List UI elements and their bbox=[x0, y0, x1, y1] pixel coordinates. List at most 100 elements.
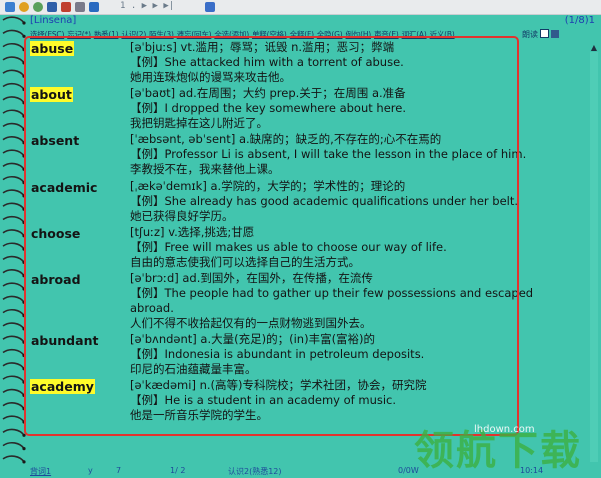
word-headword[interactable]: abuse bbox=[30, 41, 75, 56]
word-definition: [əˈbʌndənt] a.大量(充足)的；(in)丰富(富裕)的 bbox=[130, 331, 376, 346]
filter-item[interactable]: 熟悉(1) bbox=[94, 30, 119, 39]
word-example: 【例】Professor Li is absent, I will take t… bbox=[130, 147, 527, 162]
word-translation: 印尼的石油蕴藏量丰富。 bbox=[130, 361, 257, 376]
filter-item[interactable]: 认识(2) bbox=[121, 30, 146, 39]
spiral-hole bbox=[22, 274, 26, 278]
word-example: 【例】She already has good academic qualifi… bbox=[130, 193, 519, 208]
read-label: 朗读 bbox=[522, 30, 538, 39]
spiral-coil bbox=[2, 175, 25, 184]
filter-item[interactable]: 单释(空格) bbox=[252, 30, 287, 39]
word-translation: 她已获得良好学历。 bbox=[130, 208, 234, 223]
status-field-1: y bbox=[88, 466, 93, 475]
spiral-hole bbox=[22, 207, 26, 211]
spiral-hole bbox=[22, 433, 26, 437]
word-headword[interactable]: choose bbox=[30, 226, 81, 241]
spiral-hole bbox=[22, 393, 26, 397]
spiral-hole bbox=[22, 48, 26, 52]
spiral-hole bbox=[22, 74, 26, 78]
word-headword[interactable]: absent bbox=[30, 133, 80, 148]
scrollbar-track[interactable] bbox=[590, 52, 598, 462]
word-entry[interactable]: abuse [əˈbjuːs] vt.滥用；辱骂；诋毁 n.滥用；恶习；弊端 【… bbox=[30, 40, 585, 86]
word-translation: 她用连珠炮似的谩骂来攻击他。 bbox=[130, 70, 291, 84]
word-entry[interactable]: absent [ˈæbsənt, əbˈsent] a.缺席的；缺乏的,不存在的… bbox=[30, 132, 585, 178]
filter-item[interactable]: 词汇(A) bbox=[402, 30, 427, 39]
edit-icon[interactable] bbox=[61, 2, 71, 12]
word-entry[interactable]: abroad [əˈbrɔːd] ad.到国外，在国外，在传播，在流传 【例】T… bbox=[30, 271, 585, 332]
spiral-hole bbox=[22, 101, 26, 105]
refresh-icon[interactable] bbox=[19, 2, 29, 12]
spiral-coil bbox=[2, 109, 25, 117]
filter-item[interactable]: 例句(H) bbox=[346, 30, 372, 39]
word-translation: 自由的意志使我们可以选择自己的生活方式。 bbox=[130, 254, 360, 269]
spiral-coil bbox=[2, 202, 25, 210]
tools-icon[interactable] bbox=[75, 2, 85, 12]
spiral-coil bbox=[2, 441, 25, 450]
spiral-coil bbox=[2, 82, 25, 91]
word-entry[interactable]: choose [tʃuːz] v.选择,挑选;甘愿 【例】Free will m… bbox=[30, 225, 585, 271]
spiral-coil bbox=[2, 388, 25, 396]
spiral-coil bbox=[2, 162, 25, 170]
filter-item[interactable]: 选择(ESC) bbox=[30, 30, 64, 39]
page-count: (1/8)1 bbox=[564, 15, 595, 26]
nav-text[interactable]: 1 . ▶ ▶ ▶| bbox=[120, 1, 174, 11]
spiral-coil bbox=[2, 242, 25, 250]
word-translation: 李教授不在，我来替他上课。 bbox=[130, 162, 280, 177]
spiral-hole bbox=[22, 460, 26, 464]
word-definition: [tʃuːz] v.选择,挑选;甘愿 bbox=[130, 224, 255, 239]
filter-item[interactable]: 陌生(3) bbox=[149, 30, 174, 39]
export-icon[interactable] bbox=[205, 2, 215, 12]
word-example: 【例】She attacked him with a torrent of ab… bbox=[130, 55, 404, 69]
status-mode: 背词1 bbox=[30, 467, 52, 476]
read-aloud-control[interactable]: 朗读 bbox=[522, 29, 559, 40]
spiral-hole bbox=[22, 367, 26, 371]
spiral-coil bbox=[2, 189, 25, 197]
spiral-hole bbox=[22, 300, 26, 304]
spiral-hole bbox=[22, 127, 26, 131]
settings-icon[interactable] bbox=[33, 2, 43, 12]
filter-item[interactable]: 全隐(G) bbox=[317, 30, 343, 39]
word-entry[interactable]: abundant [əˈbʌndənt] a.大量(充足)的；(in)丰富(富裕… bbox=[30, 332, 585, 378]
word-headword[interactable]: academic bbox=[30, 180, 98, 195]
filter-item[interactable]: 遗忘(回车) bbox=[177, 30, 212, 39]
word-entry[interactable]: academic [ˌækəˈdemɪk] a.学院的，大学的；学术性的；理论的… bbox=[30, 179, 585, 225]
word-headword[interactable]: academy bbox=[30, 379, 95, 395]
word-list: abuse [əˈbjuːs] vt.滥用；辱骂；诋毁 n.滥用；恶习；弊端 【… bbox=[30, 40, 585, 424]
word-definition: [ˌækəˈdemɪk] a.学院的，大学的；学术性的；理论的 bbox=[130, 178, 406, 193]
word-definition: [əˈbrɔːd] ad.到国外，在国外，在传播，在流传 bbox=[130, 270, 373, 285]
filter-item[interactable]: 全释(F) bbox=[290, 30, 314, 39]
word-headword[interactable]: about bbox=[30, 87, 73, 103]
open-icon[interactable] bbox=[5, 2, 15, 12]
spiral-coil bbox=[2, 149, 25, 157]
word-headword[interactable]: abroad bbox=[30, 272, 82, 287]
filter-item[interactable]: 声音(E) bbox=[374, 30, 399, 39]
spiral-coil bbox=[2, 42, 25, 51]
brand-link[interactable]: [Linsena] bbox=[30, 15, 76, 26]
spiral-hole bbox=[22, 447, 26, 451]
scroll-up-arrow-icon[interactable]: ▲ bbox=[589, 44, 599, 52]
word-example: 【例】He is a student in an academy of musi… bbox=[130, 393, 397, 408]
book-icon[interactable] bbox=[47, 2, 57, 12]
spiral-coil bbox=[2, 229, 25, 237]
spiral-hole bbox=[22, 61, 26, 65]
spiral-coil bbox=[2, 295, 25, 303]
filter-item[interactable]: 忘记(*) bbox=[67, 30, 91, 39]
spiral-hole bbox=[22, 380, 26, 384]
filter-item[interactable]: 全选(添加) bbox=[214, 30, 249, 39]
spiral-coil bbox=[2, 335, 25, 343]
spiral-hole bbox=[22, 314, 26, 318]
read-icon[interactable] bbox=[551, 30, 559, 38]
play-icon[interactable] bbox=[89, 2, 99, 12]
spiral-hole bbox=[22, 340, 26, 344]
word-entry[interactable]: academy [əˈkædəmi] n.(高等)专科院校；学术社团，协会，研究… bbox=[30, 378, 585, 424]
spiral-hole bbox=[22, 154, 26, 158]
read-checkbox[interactable] bbox=[540, 29, 549, 38]
spiral-coil bbox=[2, 322, 25, 330]
word-headword[interactable]: abundant bbox=[30, 333, 99, 348]
filter-item[interactable]: 近义(B) bbox=[430, 30, 455, 39]
spiral-hole bbox=[22, 21, 26, 25]
spiral-coil bbox=[2, 269, 25, 277]
word-entry[interactable]: about [əˈbaʊt] ad.在周围；大约 prep.关于；在周围 a.准… bbox=[30, 86, 585, 132]
spiral-hole bbox=[22, 181, 26, 185]
word-definition: [əˈbaʊt] ad.在周围；大约 prep.关于；在周围 a.准备 bbox=[130, 86, 406, 101]
status-page: 1/ 2 bbox=[170, 466, 186, 475]
